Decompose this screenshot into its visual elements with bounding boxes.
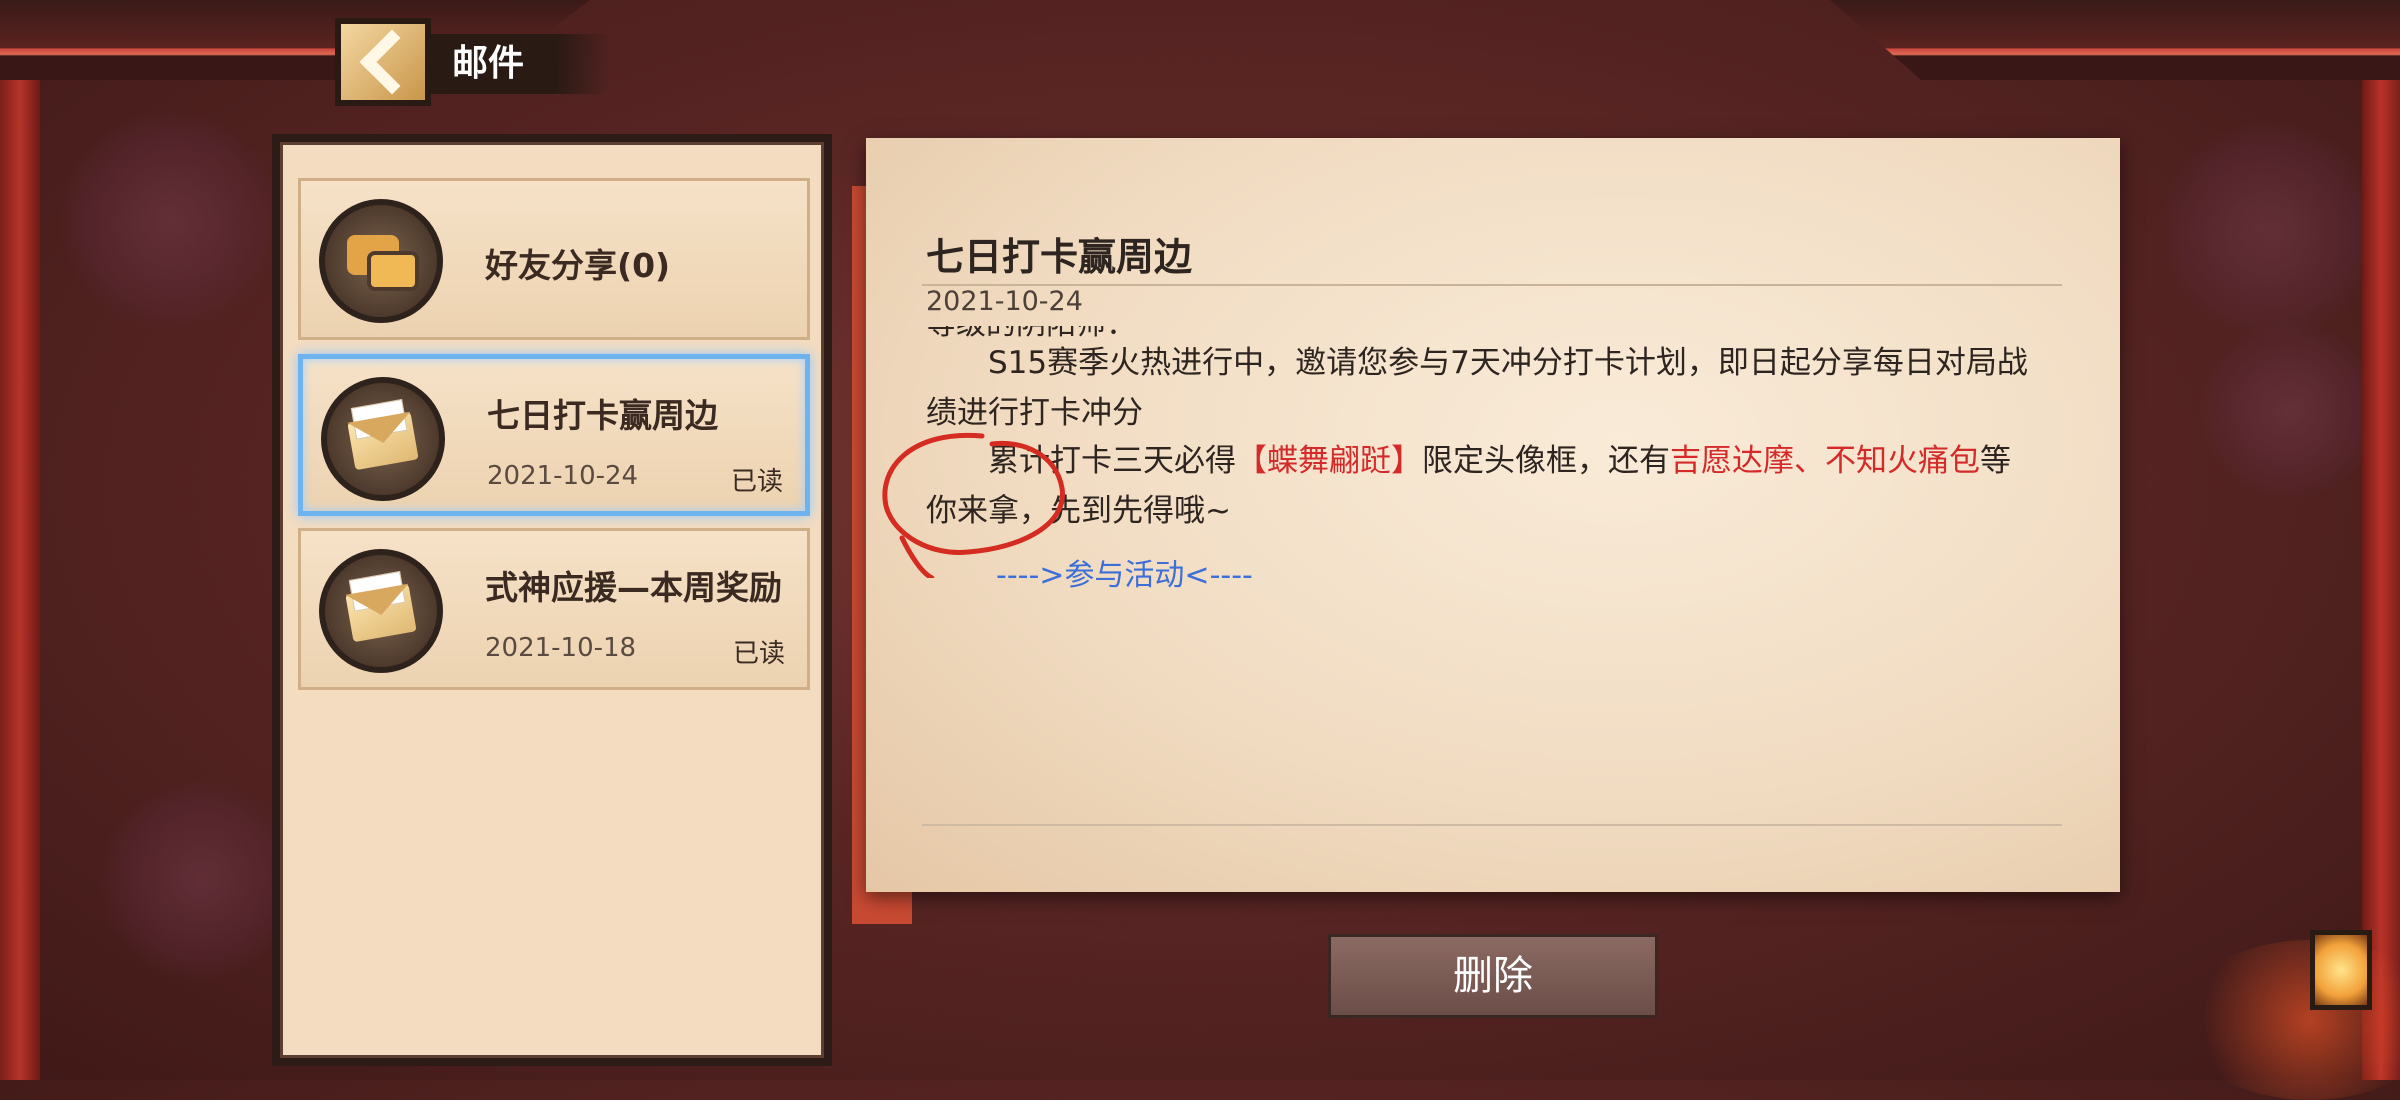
background-flower — [2200, 320, 2380, 500]
background-flower — [100, 780, 300, 980]
mail-item-date: 2021-10-24 — [487, 461, 639, 491]
envelope-icon — [321, 377, 445, 501]
letter-paragraph-1: S15赛季火热进行中，邀请您参与7天冲分打卡计划，即日起分享每日对局战绩进行打卡… — [926, 345, 2028, 431]
letter-date: 2021-10-24 — [926, 286, 1083, 317]
lantern-icon — [2310, 930, 2372, 1010]
highlight-text: 【蝶舞翩跹】 — [1236, 443, 1422, 479]
mail-item-title: 式神应援—本周奖励 — [485, 568, 782, 607]
background-flower — [2160, 120, 2380, 340]
divider — [922, 824, 2062, 826]
hand-drawn-circle — [882, 432, 1065, 578]
mail-item-title: 好友分享(0) — [485, 246, 671, 285]
delete-button[interactable]: 删除 — [1328, 934, 1658, 1018]
roof-decoration-right — [1830, 0, 2400, 80]
highlight-text: 吉愿达摩、不知火痛包 — [1670, 443, 1980, 479]
pillar-left — [0, 80, 40, 1080]
mail-list-panel: 好友分享(0) 七日打卡赢周边 2021-10-24 已读 式神应援—本周奖励 … — [272, 134, 832, 1066]
mail-item-title: 七日打卡赢周边 — [487, 396, 718, 435]
chevron-left-icon — [359, 29, 425, 95]
mail-item-checkin[interactable]: 七日打卡赢周边 2021-10-24 已读 — [298, 354, 810, 516]
divider — [922, 284, 2062, 286]
envelope-icon — [319, 549, 443, 673]
read-status: 已读 — [732, 639, 785, 669]
mail-item-date: 2021-10-18 — [485, 633, 637, 663]
read-status: 已读 — [730, 467, 783, 497]
back-button[interactable] — [335, 18, 431, 106]
page-title: 邮件 — [430, 34, 610, 94]
mail-item-friend-share[interactable]: 好友分享(0) — [298, 178, 810, 340]
mail-item-shikigami[interactable]: 式神应援—本周奖励 2021-10-18 已读 — [298, 528, 810, 690]
letter-content: 七日打卡赢周边 2021-10-24 等级的阴阳师： S15赛季火热进行中，邀请… — [866, 138, 2120, 892]
background-flower — [60, 110, 280, 330]
letter-title: 七日打卡赢周边 — [926, 235, 1193, 279]
letter-paragraph-2: 累计打卡三天必得【蝶舞翩跹】限定头像框，还有吉愿达摩、不知火痛包等你来拿，先到先… — [926, 443, 2011, 529]
chat-bubbles-icon — [319, 199, 443, 323]
